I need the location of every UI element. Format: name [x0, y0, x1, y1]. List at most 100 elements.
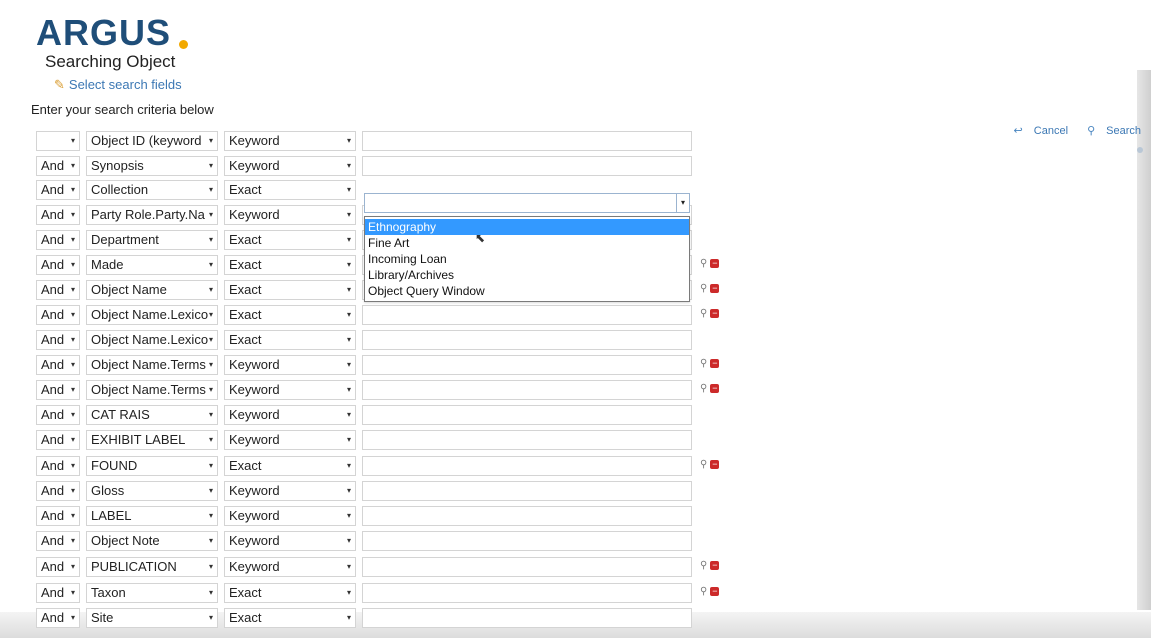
criteria-value-input[interactable] — [362, 305, 692, 325]
operator-select[interactable]: Exact ▾ — [224, 305, 356, 325]
criteria-value-input[interactable] — [362, 156, 692, 176]
operator-select[interactable]: Exact ▾ — [224, 280, 356, 300]
magnifier-icon[interactable]: ⚲ — [700, 586, 707, 597]
chevron-down-icon[interactable]: ▾ — [209, 381, 213, 399]
chevron-down-icon[interactable]: ▾ — [71, 306, 75, 324]
chevron-down-icon[interactable]: ▾ — [347, 231, 351, 249]
chevron-down-icon[interactable]: ▾ — [209, 406, 213, 424]
chevron-down-icon[interactable]: ▾ — [209, 206, 213, 224]
conjunction-select[interactable]: And ▾ — [36, 506, 80, 526]
field-select[interactable]: Object Name.Terms ▾ — [86, 380, 218, 400]
field-select[interactable]: Gloss ▾ — [86, 481, 218, 501]
criteria-value-input[interactable] — [362, 330, 692, 350]
conjunction-select[interactable]: And ▾ — [36, 205, 80, 225]
operator-select[interactable]: Keyword ▾ — [224, 131, 356, 151]
criteria-value-input[interactable] — [362, 131, 692, 151]
chevron-down-icon[interactable]: ▾ — [71, 584, 75, 602]
operator-select[interactable]: Keyword ▾ — [224, 531, 356, 551]
chevron-down-icon[interactable]: ▾ — [71, 558, 75, 576]
conjunction-select[interactable]: And ▾ — [36, 330, 80, 350]
chevron-down-icon[interactable]: ▾ — [71, 457, 75, 475]
field-select[interactable]: Object Name ▾ — [86, 280, 218, 300]
field-select[interactable]: Site ▾ — [86, 608, 218, 628]
chevron-down-icon[interactable]: ▾ — [209, 558, 213, 576]
field-select[interactable]: Object Note ▾ — [86, 531, 218, 551]
search-button[interactable]: ⚲ Search — [1079, 125, 1141, 137]
conjunction-select[interactable]: And ▾ — [36, 531, 80, 551]
chevron-down-icon[interactable]: ▾ — [71, 231, 75, 249]
chevron-down-icon[interactable]: ▾ — [209, 157, 213, 175]
chevron-down-icon[interactable]: ▾ — [71, 532, 75, 550]
magnifier-icon[interactable]: ⚲ — [700, 383, 707, 394]
chevron-down-icon[interactable]: ▾ — [347, 431, 351, 449]
chevron-down-icon[interactable]: ▾ — [71, 406, 75, 424]
field-select[interactable]: Object Name.Lexico ▾ — [86, 305, 218, 325]
field-select[interactable]: Object ID (keyword ▾ — [86, 131, 218, 151]
criteria-value-input[interactable] — [362, 430, 692, 450]
minus-icon[interactable]: − — [710, 384, 720, 393]
chevron-down-icon[interactable]: ▾ — [71, 157, 75, 175]
magnifier-icon[interactable]: ⚲ — [700, 258, 707, 269]
chevron-down-icon[interactable]: ▾ — [209, 356, 213, 374]
operator-select[interactable]: Keyword ▾ — [224, 557, 356, 577]
chevron-down-icon[interactable]: ▾ — [347, 306, 351, 324]
field-select[interactable]: CAT RAIS ▾ — [86, 405, 218, 425]
criteria-value-input[interactable] — [362, 557, 692, 577]
criteria-value-input[interactable] — [362, 531, 692, 551]
conjunction-select[interactable]: And ▾ — [36, 180, 80, 200]
chevron-down-icon[interactable]: ▾ — [209, 256, 213, 274]
chevron-down-icon[interactable]: ▾ — [71, 356, 75, 374]
criteria-value-input[interactable] — [362, 608, 692, 628]
chevron-down-icon[interactable]: ▾ — [347, 482, 351, 500]
chevron-down-icon[interactable]: ▾ — [209, 331, 213, 349]
chevron-down-icon[interactable]: ▾ — [347, 132, 351, 150]
dropdown-option[interactable]: Object Query Window — [365, 283, 689, 299]
chevron-down-icon[interactable]: ▾ — [209, 431, 213, 449]
operator-select[interactable]: Keyword ▾ — [224, 430, 356, 450]
chevron-down-icon[interactable]: ▾ — [347, 181, 351, 199]
chevron-down-icon[interactable]: ▾ — [347, 406, 351, 424]
chevron-down-icon[interactable]: ▾ — [347, 507, 351, 525]
chevron-down-icon[interactable]: ▾ — [209, 132, 213, 150]
operator-select[interactable]: Exact ▾ — [224, 255, 356, 275]
chevron-down-icon[interactable]: ▾ — [71, 381, 75, 399]
chevron-down-icon[interactable]: ▾ — [71, 206, 75, 224]
operator-select[interactable]: Keyword ▾ — [224, 506, 356, 526]
chevron-down-icon[interactable]: ▾ — [347, 457, 351, 475]
chevron-down-icon[interactable]: ▾ — [71, 132, 75, 150]
chevron-down-icon[interactable]: ▾ — [209, 457, 213, 475]
chevron-down-icon[interactable]: ▾ — [347, 584, 351, 602]
chevron-down-icon[interactable]: ▾ — [71, 181, 75, 199]
field-select[interactable]: Object Name.Lexico ▾ — [86, 330, 218, 350]
chevron-down-icon[interactable]: ▾ — [209, 609, 213, 627]
chevron-down-icon[interactable]: ▾ — [71, 256, 75, 274]
chevron-down-icon[interactable]: ▾ — [209, 507, 213, 525]
minus-icon[interactable]: − — [710, 587, 720, 596]
conjunction-select[interactable]: And ▾ — [36, 481, 80, 501]
conjunction-select[interactable]: And ▾ — [36, 608, 80, 628]
field-select[interactable]: PUBLICATION ▾ — [86, 557, 218, 577]
chevron-down-icon[interactable]: ▾ — [209, 181, 213, 199]
field-select[interactable]: Object Name.Terms ▾ — [86, 355, 218, 375]
operator-select[interactable]: Exact ▾ — [224, 456, 356, 476]
conjunction-select[interactable]: And ▾ — [36, 156, 80, 176]
magnifier-icon[interactable]: ⚲ — [700, 459, 707, 470]
help-icon[interactable] — [1137, 147, 1143, 153]
chevron-down-icon[interactable]: ▾ — [209, 306, 213, 324]
field-select[interactable]: LABEL ▾ — [86, 506, 218, 526]
criteria-value-input[interactable] — [362, 355, 692, 375]
select-search-fields-link[interactable]: ✎ Select search fields — [54, 77, 182, 93]
criteria-value-input[interactable] — [362, 481, 692, 501]
chevron-down-icon[interactable]: ▾ — [676, 194, 689, 212]
collection-value-select[interactable]: ▾ — [364, 193, 690, 213]
dropdown-option[interactable]: Incoming Loan — [365, 251, 689, 267]
field-select[interactable]: FOUND ▾ — [86, 456, 218, 476]
conjunction-select[interactable]: And ▾ — [36, 557, 80, 577]
conjunction-select[interactable]: And ▾ — [36, 280, 80, 300]
magnifier-icon[interactable]: ⚲ — [700, 560, 707, 571]
conjunction-select[interactable]: And ▾ — [36, 583, 80, 603]
criteria-value-input[interactable] — [362, 380, 692, 400]
collection-dropdown-list[interactable]: Ethnography Fine Art Incoming Loan Libra… — [364, 216, 690, 302]
field-select[interactable]: Department ▾ — [86, 230, 218, 250]
cancel-button[interactable]: ↩ Cancel — [1006, 125, 1068, 137]
